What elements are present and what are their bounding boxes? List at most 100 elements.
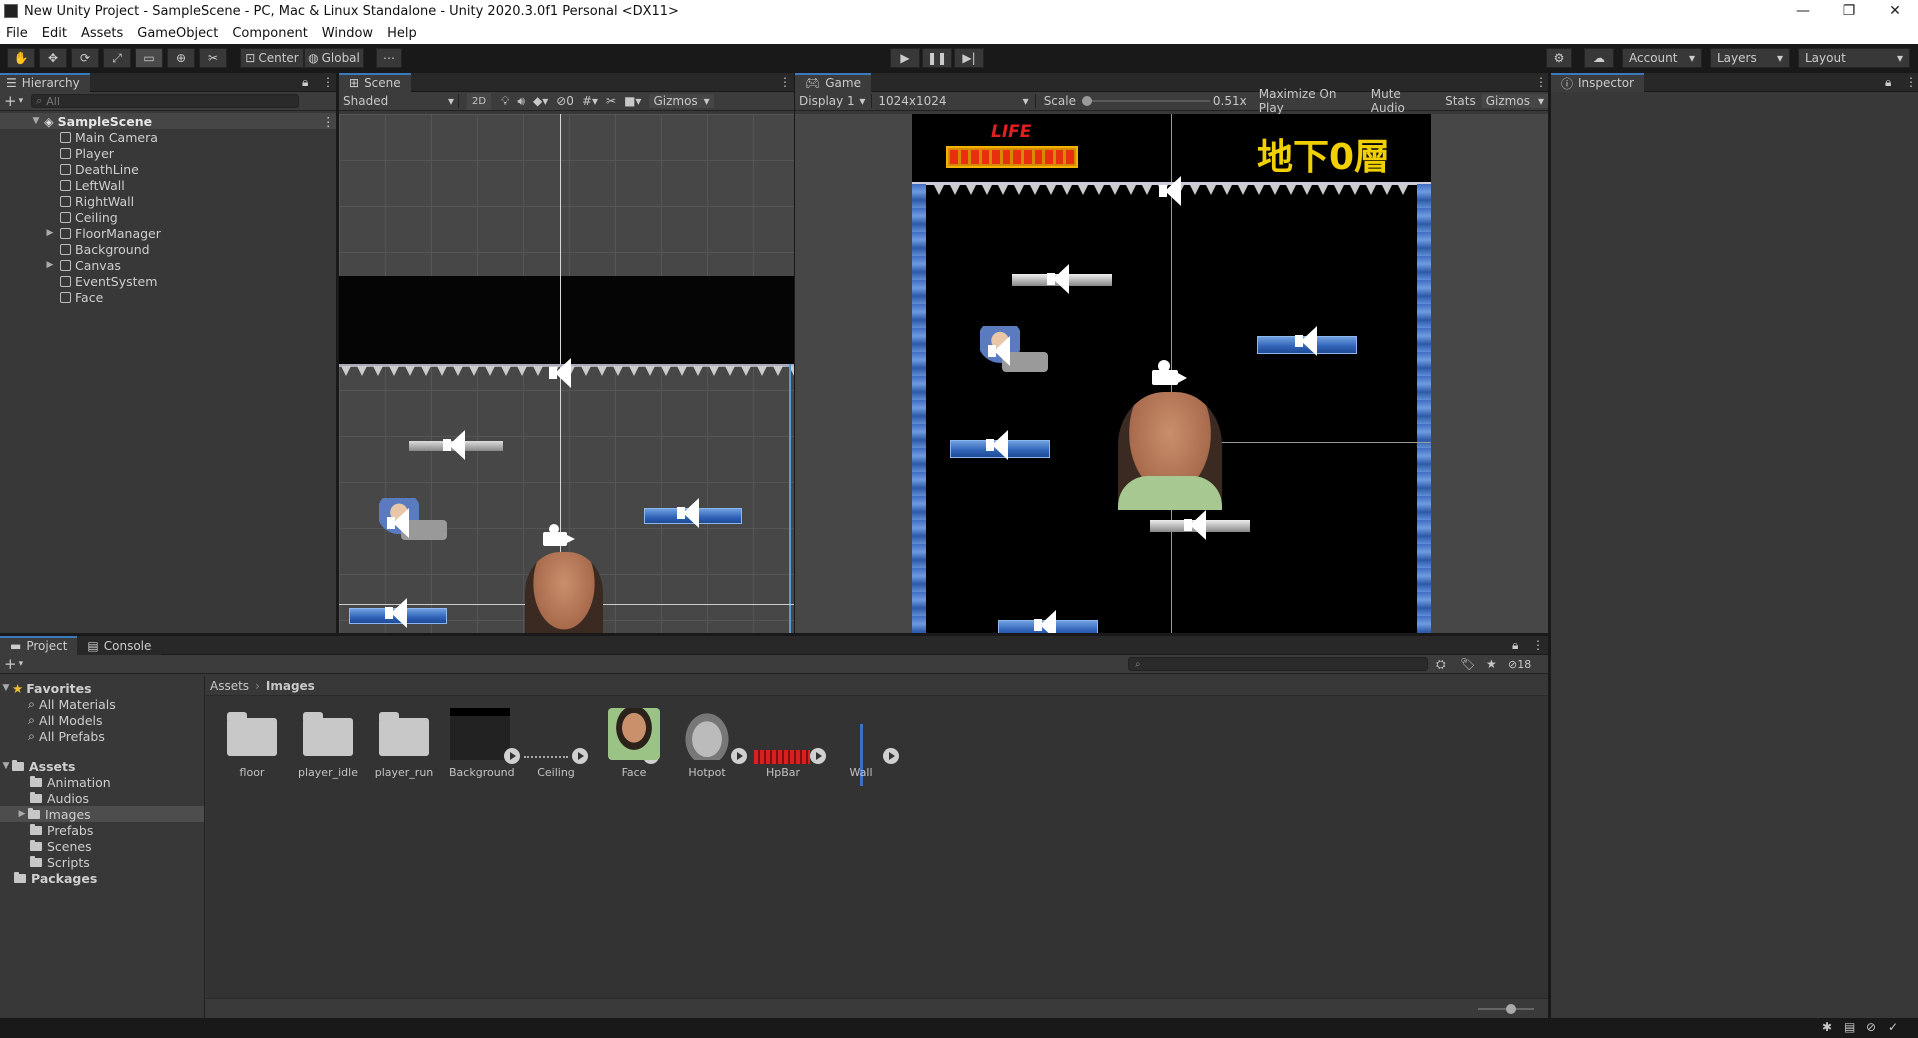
favorite-star-icon[interactable]: ★ <box>1486 657 1497 671</box>
favorites-row[interactable]: ▼ ★ Favorites <box>0 680 204 696</box>
filter-type-icon[interactable]: ⛭ <box>1436 657 1446 672</box>
pause-button[interactable]: ❚❚ <box>922 48 952 68</box>
toggle-2d-button[interactable]: 2D <box>467 92 491 110</box>
grid-toggle-icon[interactable]: #▾ <box>582 94 598 108</box>
hidden-packages-toggle[interactable]: ⊘ 18 <box>1508 658 1531 671</box>
folder-item-animation[interactable]: Animation <box>0 774 204 790</box>
scene-row[interactable]: ▼ ◈ SampleScene ⋮ <box>0 113 336 129</box>
display-dropdown[interactable]: Display 1 ▾ <box>799 94 871 108</box>
menu-window[interactable]: Window <box>322 26 373 41</box>
asset-hpbar[interactable]: HpBar <box>752 708 814 779</box>
progress-check-icon[interactable]: ✓ <box>1888 1020 1898 1034</box>
hand-tool-icon[interactable]: ✋ <box>7 48 35 68</box>
step-button[interactable]: ▶| <box>954 48 984 68</box>
packages-row[interactable]: Packages <box>0 870 204 886</box>
hierarchy-item[interactable]: Face <box>0 289 336 305</box>
scale-tool-icon[interactable]: ⤢ <box>103 48 131 68</box>
menu-assets[interactable]: Assets <box>81 26 123 41</box>
play-button[interactable]: ▶ <box>890 48 920 68</box>
custom-tool-icon[interactable]: ✂ <box>199 48 227 68</box>
tab-hierarchy[interactable]: ☰ Hierarchy <box>0 72 90 92</box>
chevron-down-icon[interactable]: ▾ <box>19 96 24 106</box>
asset-ceiling[interactable]: Ceiling <box>525 708 587 779</box>
layout-dropdown[interactable]: Layout ▾ <box>1798 48 1910 68</box>
hierarchy-item[interactable]: Background <box>0 241 336 257</box>
game-screen[interactable]: LIFE 地下0層 <box>912 114 1431 633</box>
kebab-menu-icon[interactable]: ⋮ <box>1905 75 1917 89</box>
favorite-item[interactable]: ⌕ All Models <box>0 712 204 728</box>
asset-wall[interactable]: Wall <box>830 708 892 779</box>
hierarchy-item[interactable]: LeftWall <box>0 177 336 193</box>
scale-slider-thumb[interactable] <box>1081 96 1092 106</box>
camera-icon[interactable]: ■▾ <box>624 94 641 108</box>
grid-snap-icon[interactable]: ⋯ <box>376 48 402 68</box>
folder-item-prefabs[interactable]: Prefabs <box>0 822 204 838</box>
folder-item-scripts[interactable]: Scripts <box>0 854 204 870</box>
folder-item-audios[interactable]: Audios <box>0 790 204 806</box>
move-tool-icon[interactable]: ✥ <box>39 48 67 68</box>
hidden-objects-icon[interactable]: ⊘ <box>556 94 566 108</box>
tab-inspector[interactable]: ⓘ Inspector <box>1551 72 1644 92</box>
tools-icon[interactable]: ✂ <box>606 94 616 108</box>
menu-component[interactable]: Component <box>232 26 307 41</box>
lock-icon[interactable]: 🔒︎ <box>1512 638 1518 653</box>
asset-player-idle[interactable]: player_idle <box>297 708 359 779</box>
favorite-item[interactable]: ⌕ All Prefabs <box>0 728 204 744</box>
asset-face[interactable]: Face <box>603 708 665 779</box>
minimize-button[interactable]: — <box>1780 0 1826 22</box>
effects-icon[interactable]: ◆▾ <box>533 94 548 108</box>
scene-gizmos-dropdown[interactable]: Gizmos ▾ <box>649 94 714 108</box>
kebab-menu-icon[interactable]: ⋮ <box>1535 75 1547 89</box>
menu-gameobject[interactable]: GameObject <box>137 26 218 41</box>
asset-background[interactable]: Background <box>449 708 515 779</box>
menu-help[interactable]: Help <box>387 26 417 41</box>
expand-arrow-icon[interactable]: ▶ <box>44 228 56 238</box>
expand-arrow-icon[interactable]: ▶ <box>44 260 56 270</box>
scene-viewport[interactable] <box>339 114 794 633</box>
hierarchy-search-input[interactable]: ⌕ All <box>31 94 300 108</box>
hierarchy-item[interactable]: ▶ FloorManager <box>0 225 336 241</box>
kebab-menu-icon[interactable]: ⋮ <box>779 75 791 89</box>
layers-dropdown[interactable]: Layers ▾ <box>1710 48 1790 68</box>
hierarchy-item[interactable]: Player <box>0 145 336 161</box>
expand-sprite-play-icon[interactable] <box>504 748 520 764</box>
stats-toggle[interactable]: Stats <box>1445 94 1476 108</box>
tab-project[interactable]: ▬ Project <box>0 635 78 655</box>
kebab-menu-icon[interactable]: ⋮ <box>322 75 334 89</box>
bug-icon[interactable]: ✱ <box>1822 1020 1832 1034</box>
asset-floor[interactable]: floor <box>221 708 283 779</box>
lock-icon[interactable]: 🔒︎ <box>302 75 308 90</box>
hierarchy-item[interactable]: RightWall <box>0 193 336 209</box>
tab-scene[interactable]: ⊞ Scene <box>339 72 411 92</box>
kebab-menu-icon[interactable]: ⋮ <box>1532 638 1544 652</box>
rect-tool-icon[interactable]: ▭ <box>135 48 163 68</box>
add-button[interactable]: + <box>4 92 17 110</box>
transform-tool-icon[interactable]: ⊕ <box>167 48 195 68</box>
shading-mode-dropdown[interactable]: Shaded ▾ <box>339 94 459 108</box>
lighting-icon[interactable]: 💡︎ <box>501 94 509 109</box>
favorite-item[interactable]: ⌕ All Materials <box>0 696 204 712</box>
tab-console[interactable]: ▤ Console <box>77 635 162 655</box>
maximize-on-play-toggle[interactable]: Maximize On Play <box>1259 87 1363 115</box>
project-search-input[interactable]: ⌕ <box>1128 657 1428 671</box>
hierarchy-item[interactable]: Ceiling <box>0 209 336 225</box>
add-asset-button[interactable]: + <box>4 655 17 673</box>
resolution-dropdown[interactable]: 1024x1024 ▾ <box>871 94 1036 108</box>
network-icon[interactable]: ⊘ <box>1866 1020 1876 1034</box>
scale-slider[interactable] <box>1081 95 1210 107</box>
hierarchy-item[interactable]: Main Camera <box>0 129 336 145</box>
pivot-center-button[interactable]: ⊡ Center <box>240 48 304 68</box>
space-global-button[interactable]: ◍ Global <box>304 48 364 68</box>
cache-icon[interactable]: ▤ <box>1844 1020 1855 1034</box>
maximize-button[interactable]: ❐ <box>1826 0 1872 22</box>
assets-root-row[interactable]: ▼ Assets <box>0 758 204 774</box>
menu-file[interactable]: File <box>6 26 28 41</box>
scene-menu-icon[interactable]: ⋮ <box>322 114 335 129</box>
lock-icon[interactable]: 🔒︎ <box>1885 75 1891 90</box>
expand-arrow-icon[interactable]: ▶ <box>16 809 28 819</box>
folder-item-images[interactable]: ▶ Images <box>0 806 204 822</box>
filter-label-icon[interactable]: 🏷︎ <box>1460 657 1475 671</box>
folder-item-scenes[interactable]: Scenes <box>0 838 204 854</box>
chevron-down-icon[interactable]: ▾ <box>19 659 24 669</box>
asset-hotpot[interactable]: Hotpot <box>676 708 738 779</box>
